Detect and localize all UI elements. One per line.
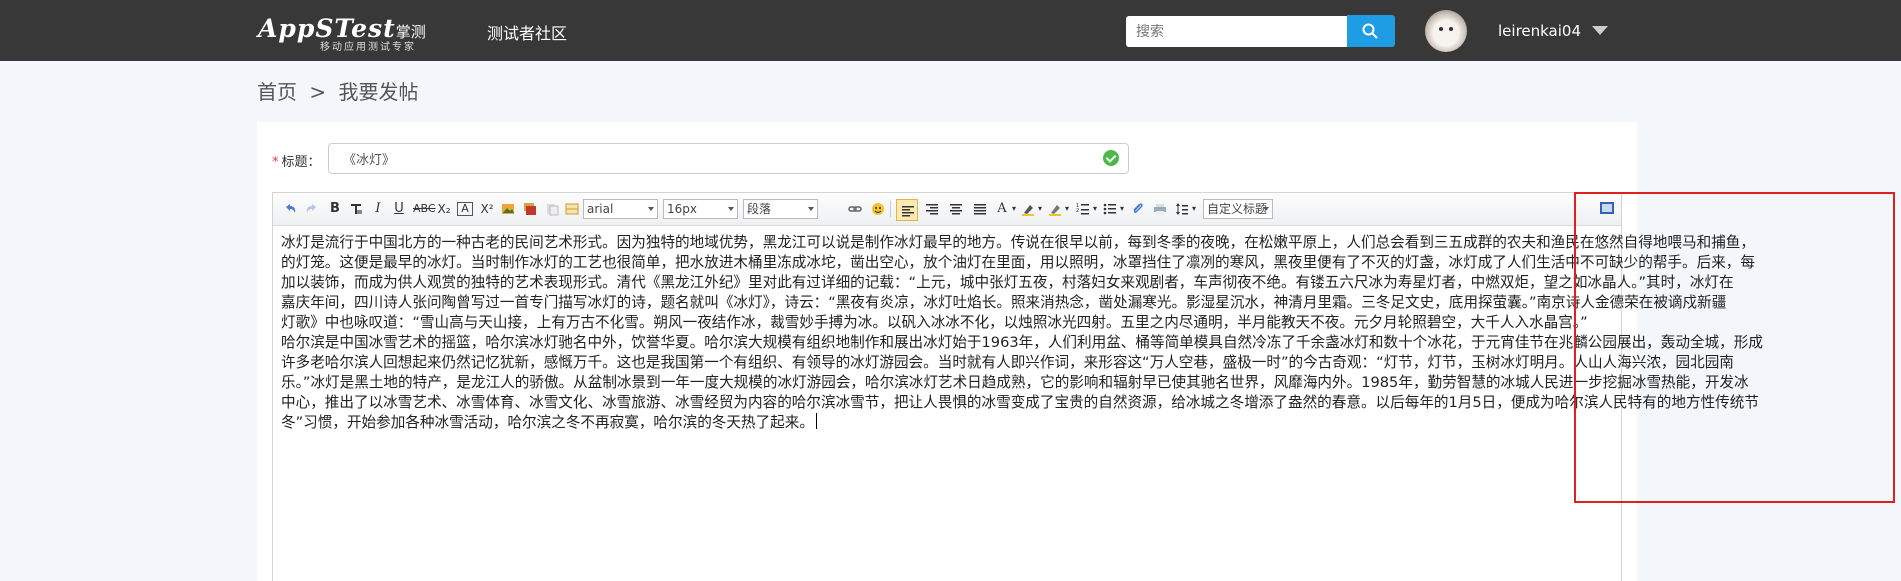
bold-icon[interactable]: B [328, 200, 342, 218]
paragraph-select[interactable]: 段落 [743, 199, 818, 219]
search-icon [1362, 23, 1378, 39]
chevron-down-icon[interactable] [1592, 26, 1608, 35]
font-family-select[interactable]: arial [583, 199, 658, 219]
editor-content[interactable]: 冰灯是流行于中国北方的一种古老的民间艺术形式。因为独特的地域优势，黑龙江可以说是… [281, 233, 1901, 433]
top-navbar: AppSTest掌测 移动应用测试专家 测试者社区 leirenkai04 [0, 0, 1901, 61]
align-center-icon[interactable] [949, 202, 963, 216]
nav-community-link[interactable]: 测试者社区 [487, 20, 567, 44]
content-line: 乐。”冰灯是黑土地的特产，是龙江人的骄傲。从盆制冰景到一年一度大规模的冰灯游园会… [281, 374, 1749, 391]
font-size-select[interactable]: 16px [663, 199, 738, 219]
ordered-list-icon[interactable]: 12 [1076, 202, 1090, 216]
title-input[interactable] [328, 143, 1129, 174]
superscript-icon[interactable]: X² [478, 200, 496, 218]
subscript-icon[interactable]: X₂ [435, 200, 453, 218]
custom-title-select[interactable]: 自定义标题 [1203, 199, 1273, 219]
content-line: 的灯笼。这便是最早的冰灯。当时制作冰灯的工艺也很简单，把水放进木桶里冻成冰坨，凿… [281, 254, 1755, 271]
breadcrumb-current: 我要发帖 [338, 80, 419, 104]
multi-image-icon[interactable] [523, 202, 537, 216]
justify-icon[interactable] [973, 202, 987, 216]
chevron-down-icon[interactable]: ▾ [1036, 200, 1044, 218]
chevron-down-icon[interactable]: ▾ [1010, 200, 1018, 218]
editor-toolbar: B I U ABC X₂ A X² arial 16px 段落 A ▾ ▾ ▾ … [273, 193, 1621, 226]
content-line: 中心，推出了以冰雪艺术、冰雪体育、冰雪文化、冰雪旅游、冰雪经贸为内容的哈尔滨冰雪… [281, 394, 1759, 411]
chevron-down-icon[interactable]: ▾ [1091, 200, 1099, 218]
content-line: 冰灯是流行于中国北方的一种古老的民间艺术形式。因为独特的地域优势，黑龙江可以说是… [281, 234, 1755, 251]
table-icon[interactable] [565, 202, 579, 216]
highlight-icon[interactable] [1021, 202, 1035, 216]
text-cursor [815, 413, 817, 429]
content-line: 哈尔滨是中国冰雪艺术的摇篮，哈尔滨冰灯驰名中外，饮誉华夏。哈尔滨大规模有组织地制… [281, 334, 1763, 351]
chevron-down-icon[interactable]: ▾ [1118, 200, 1126, 218]
italic-icon[interactable]: I [371, 200, 385, 218]
unordered-list-icon[interactable] [1103, 202, 1117, 216]
link-icon[interactable] [848, 202, 862, 216]
undo-icon[interactable] [283, 202, 297, 216]
content-line-last: 冬”习惯，开始参加各种冰雪活动，哈尔滨之冬不再寂寞，哈尔滨的冬天热了起来。 [281, 413, 1901, 433]
breadcrumb-separator: > [309, 80, 327, 104]
font-border-icon[interactable]: A [457, 202, 473, 216]
avatar[interactable] [1425, 10, 1467, 52]
print-icon[interactable] [1153, 202, 1167, 216]
breadcrumb-home-link[interactable]: 首页 [257, 80, 297, 104]
content-line: 嘉庆年间，四川诗人张问陶曾写过一首专门描写冰灯的诗，题名就叫《冰灯》，诗云：“黑… [281, 294, 1727, 311]
username-label[interactable]: leirenkai04 [1498, 22, 1581, 40]
strikethrough-icon[interactable]: ABC [413, 200, 436, 218]
line-height-icon[interactable] [1175, 202, 1189, 216]
align-left-button[interactable] [896, 199, 918, 221]
rich-text-editor: B I U ABC X₂ A X² arial 16px 段落 A ▾ ▾ ▾ … [272, 192, 1763, 581]
check-icon [1103, 150, 1119, 166]
search-input[interactable] [1126, 16, 1347, 47]
attach-icon[interactable] [1131, 202, 1145, 216]
align-right-icon[interactable] [925, 202, 939, 216]
clear-format-icon[interactable] [349, 202, 363, 216]
attachment-icon[interactable] [545, 202, 559, 216]
site-logo[interactable]: AppSTest掌测 移动应用测试专家 [258, 14, 428, 53]
image-icon[interactable] [501, 202, 515, 216]
search-button[interactable] [1347, 15, 1395, 47]
fullscreen-icon[interactable] [1600, 202, 1614, 214]
breadcrumb: 首页 > 我要发帖 [257, 76, 424, 105]
chevron-down-icon[interactable]: ▾ [1190, 200, 1198, 218]
highlight-color-icon[interactable] [1048, 202, 1062, 216]
svg-text:2: 2 [1076, 208, 1079, 214]
align-left-icon [902, 206, 914, 217]
chevron-down-icon[interactable]: ▾ [1063, 200, 1071, 218]
content-line: 加以装饰，而成为供人观赏的独特的艺术表现形式。清代《黑龙江外纪》里对此有过详细的… [281, 274, 1734, 291]
required-mark: * [272, 155, 279, 170]
underline-icon[interactable]: U [392, 200, 406, 218]
content-line: 许多老哈尔滨人回想起来仍然记忆犹新，感慨万千。这也是我国第一个有组织、有领导的冰… [281, 354, 1734, 371]
title-label: * 标题： [272, 155, 321, 170]
content-line: 灯歌》中也咏叹道：“雪山高与天山接，上有万古不化雪。朔风一夜结作冰，裁雪妙手搏为… [281, 314, 1588, 331]
toolbar-divider [890, 201, 891, 217]
logo-subtitle: 移动应用测试专家 [320, 42, 416, 53]
font-color-icon[interactable]: A [995, 200, 1009, 218]
emotion-icon[interactable] [871, 202, 885, 216]
redo-icon[interactable] [305, 202, 319, 216]
